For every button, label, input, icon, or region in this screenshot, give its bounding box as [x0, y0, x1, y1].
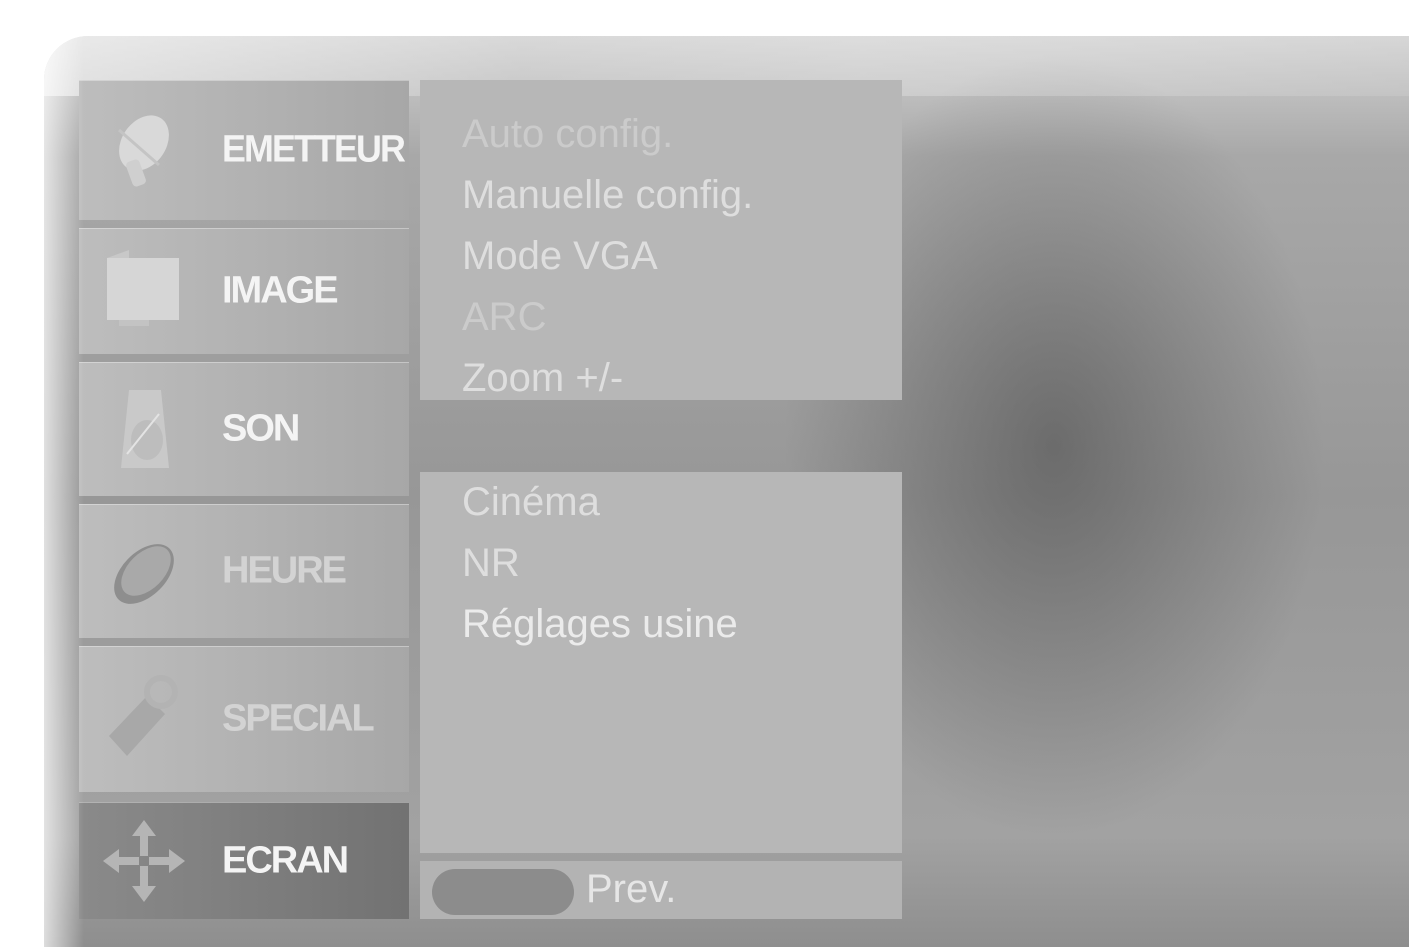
footer-bar: Prev. [420, 861, 902, 919]
prev-label: Prev. [586, 867, 677, 911]
picture-icon [107, 250, 179, 326]
category-label: HEURE [222, 549, 347, 592]
menu-item-auto-config[interactable]: Auto config. [462, 112, 673, 157]
menu-item-nr[interactable]: NR [462, 541, 520, 586]
category-ecran[interactable]: ECRAN [79, 802, 409, 919]
screen-submenu-top: Auto config. Manuelle config. Mode VGA A… [420, 80, 902, 400]
speaker-icon [121, 390, 169, 468]
category-special[interactable]: SPECIAL [79, 646, 409, 792]
key-tag-icon [109, 675, 178, 756]
category-label: SON [222, 407, 300, 450]
category-label: SPECIAL [222, 697, 375, 740]
category-label: IMAGE [222, 269, 339, 312]
category-son[interactable]: SON [79, 362, 409, 496]
category-label: EMETTEUR [222, 128, 406, 171]
prev-button[interactable] [432, 869, 574, 915]
menu-item-manual-config[interactable]: Manuelle config. [462, 173, 753, 218]
menu-item-zoom[interactable]: Zoom +/- [462, 356, 623, 401]
category-label: ECRAN [222, 839, 349, 881]
category-emetteur[interactable]: EMETTEUR [79, 80, 409, 220]
category-heure[interactable]: HEURE [79, 504, 409, 638]
osd-menu: EMETTEUR IMAGE SON HEURE SPECIAL ECRAN A… [44, 36, 1409, 947]
menu-item-cinema[interactable]: Cinéma [462, 480, 600, 525]
clock-icon [114, 544, 174, 604]
menu-item-vga-mode[interactable]: Mode VGA [462, 234, 658, 279]
category-image[interactable]: IMAGE [79, 228, 409, 354]
satellite-dish-icon [118, 115, 169, 187]
menu-item-factory-reset[interactable]: Réglages usine [462, 602, 738, 647]
move-arrows-icon [103, 819, 185, 902]
menu-item-arc[interactable]: ARC [462, 295, 546, 340]
screen-submenu-bottom: Cinéma NR Réglages usine [420, 472, 902, 853]
